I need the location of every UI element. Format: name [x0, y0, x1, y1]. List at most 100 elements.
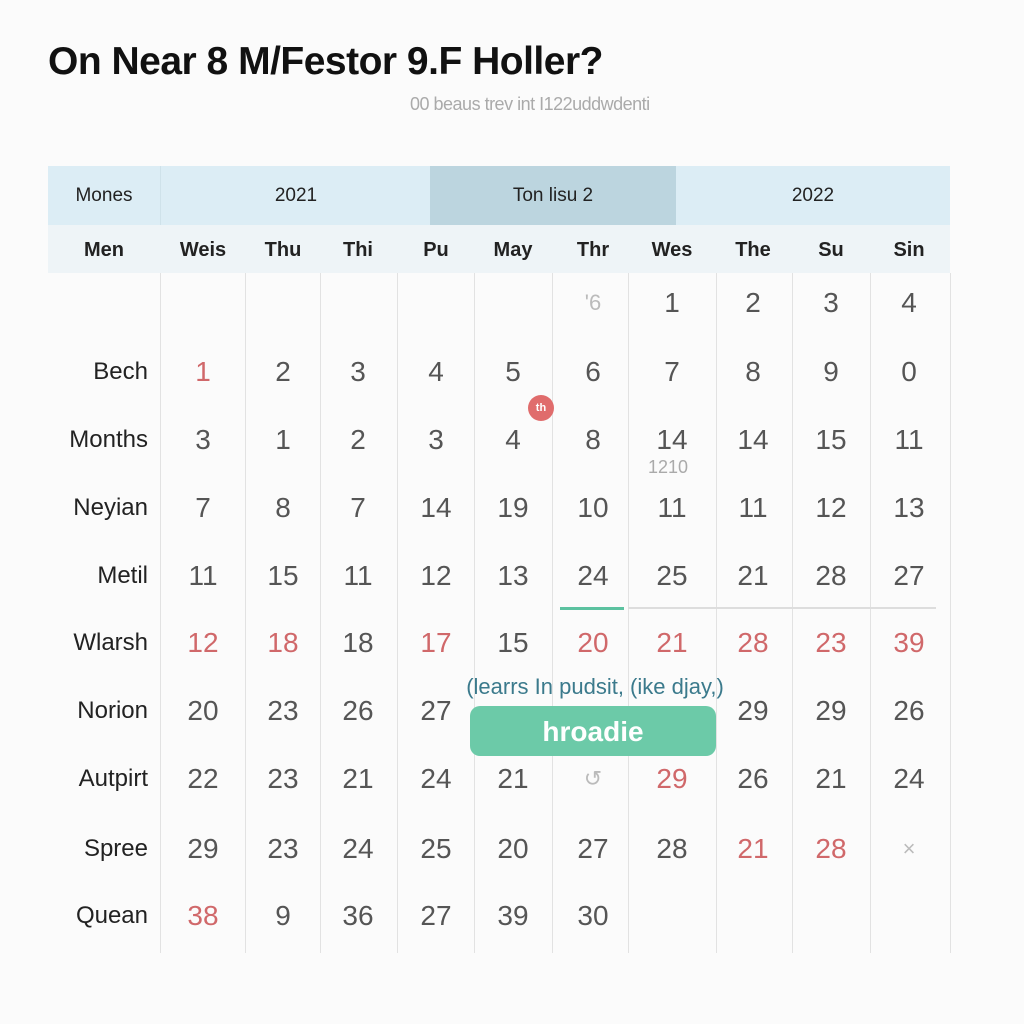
day-cell[interactable]: 4	[398, 356, 474, 388]
day-cell[interactable]: 2	[320, 424, 396, 456]
day-cell[interactable]: 1	[634, 287, 710, 319]
day-cell[interactable]: 23	[245, 763, 321, 795]
day-cell[interactable]: 30	[555, 900, 631, 932]
day-cell[interactable]: 5	[475, 356, 551, 388]
day-cell[interactable]: 8	[715, 356, 791, 388]
day-cell[interactable]: 28	[715, 627, 791, 659]
group-header-2021[interactable]: 2021	[160, 166, 431, 225]
day-header-8: The	[735, 239, 771, 261]
day-cell[interactable]: 3	[165, 424, 241, 456]
day-cell[interactable]: 28	[793, 833, 869, 865]
day-header-4: Pu	[423, 239, 449, 261]
day-cell[interactable]: 12	[793, 492, 869, 524]
day-cell[interactable]: 3	[398, 424, 474, 456]
day-cell[interactable]: 10	[555, 492, 631, 524]
day-cell[interactable]: 23	[245, 695, 321, 727]
day-cell[interactable]: 3	[793, 287, 869, 319]
group-header-2022[interactable]: 2022	[676, 166, 950, 225]
day-cell[interactable]: 20	[555, 627, 631, 659]
day-cell[interactable]: 13	[475, 560, 551, 592]
day-cell[interactable]: 38	[165, 900, 241, 932]
day-cell[interactable]: 24	[555, 560, 631, 592]
day-cell[interactable]: 6	[555, 356, 631, 388]
caption-text: (learrs In pudsit, (ike djay,)	[466, 674, 724, 699]
day-cell[interactable]: 39	[475, 900, 551, 932]
day-cell[interactable]: 11	[871, 424, 947, 456]
day-cell[interactable]: 7	[634, 356, 710, 388]
day-cell[interactable]: 1	[245, 424, 321, 456]
day-cell[interactable]: 21	[475, 763, 551, 795]
day-cell[interactable]: 11	[165, 560, 241, 592]
page-subtitle: 00 beaus trev int I122uddwdenti	[410, 94, 650, 114]
day-cell[interactable]: 24	[871, 763, 947, 795]
day-cell[interactable]: 4	[475, 424, 551, 456]
day-cell[interactable]: 12	[165, 627, 241, 659]
day-cell[interactable]: 21	[715, 560, 791, 592]
row-label: Neyian	[73, 494, 148, 521]
day-cell[interactable]: 7	[320, 492, 396, 524]
day-cell[interactable]: 12	[398, 560, 474, 592]
day-cell[interactable]: 26	[871, 695, 947, 727]
day-cell[interactable]: '6	[555, 290, 631, 316]
day-cell[interactable]: 23	[245, 833, 321, 865]
day-cell[interactable]: 27	[871, 560, 947, 592]
day-cell[interactable]: 14	[398, 492, 474, 524]
day-cell[interactable]: 15	[475, 627, 551, 659]
row-label: Spree	[83, 835, 148, 862]
day-cell[interactable]: 29	[634, 763, 710, 795]
day-cell[interactable]: 13	[871, 492, 947, 524]
primary-action-button[interactable]: hroadie	[470, 706, 716, 756]
day-cell[interactable]: 21	[793, 763, 869, 795]
day-cell[interactable]: 17	[398, 627, 474, 659]
day-cell[interactable]: ↺	[555, 766, 631, 792]
day-cell[interactable]: 18	[320, 627, 396, 659]
day-cell[interactable]: 0	[871, 356, 947, 388]
day-cell[interactable]: 25	[634, 560, 710, 592]
day-cell[interactable]: 29	[793, 695, 869, 727]
group-header-selected[interactable]: Ton lisu 2	[430, 166, 676, 225]
day-cell[interactable]: 22	[165, 763, 241, 795]
day-cell[interactable]: 14	[715, 424, 791, 456]
day-cell[interactable]: 21	[715, 833, 791, 865]
row-label: Months	[69, 426, 148, 453]
day-cell[interactable]: 19	[475, 492, 551, 524]
day-cell[interactable]: 21	[634, 627, 710, 659]
day-cell[interactable]: 29	[165, 833, 241, 865]
day-cell[interactable]: 15	[793, 424, 869, 456]
day-cell[interactable]: 4	[871, 287, 947, 319]
day-cell[interactable]: 27	[555, 833, 631, 865]
day-cell[interactable]: 7	[165, 492, 241, 524]
day-header-row: Men Weis Thu Thi Pu May Thr Wes The Su Sin	[48, 225, 950, 273]
day-cell[interactable]: ×	[871, 836, 947, 862]
day-cell[interactable]: 18	[245, 627, 321, 659]
day-cell[interactable]: 15	[245, 560, 321, 592]
day-cell[interactable]: 39	[871, 627, 947, 659]
day-cell[interactable]: 27	[398, 900, 474, 932]
day-cell[interactable]: 36	[320, 900, 396, 932]
day-cell[interactable]: 8	[245, 492, 321, 524]
day-cell[interactable]: 8	[555, 424, 631, 456]
day-cell[interactable]: 21	[320, 763, 396, 795]
day-cell[interactable]: 11	[715, 492, 791, 524]
day-cell[interactable]: 11	[320, 560, 396, 592]
day-cell[interactable]: 20	[165, 695, 241, 727]
day-cell[interactable]: 11	[634, 492, 710, 524]
day-cell[interactable]: 28	[634, 833, 710, 865]
day-cell[interactable]: 20	[475, 833, 551, 865]
day-cell[interactable]: 24	[398, 763, 474, 795]
day-cell[interactable]: 9	[793, 356, 869, 388]
day-cell[interactable]: 28	[793, 560, 869, 592]
day-cell[interactable]: 2	[245, 356, 321, 388]
day-header-6: Thr	[576, 239, 610, 261]
day-cell[interactable]: 26	[320, 695, 396, 727]
day-cell[interactable]: 26	[715, 763, 791, 795]
day-cell[interactable]: 3	[320, 356, 396, 388]
day-cell[interactable]: 9	[245, 900, 321, 932]
day-cell[interactable]: 1	[165, 356, 241, 388]
day-cell[interactable]: 25	[398, 833, 474, 865]
day-cell[interactable]: 23	[793, 627, 869, 659]
column-divider	[552, 273, 553, 953]
day-cell[interactable]: 14	[634, 424, 710, 456]
day-cell[interactable]: 2	[715, 287, 791, 319]
day-cell[interactable]: 24	[320, 833, 396, 865]
